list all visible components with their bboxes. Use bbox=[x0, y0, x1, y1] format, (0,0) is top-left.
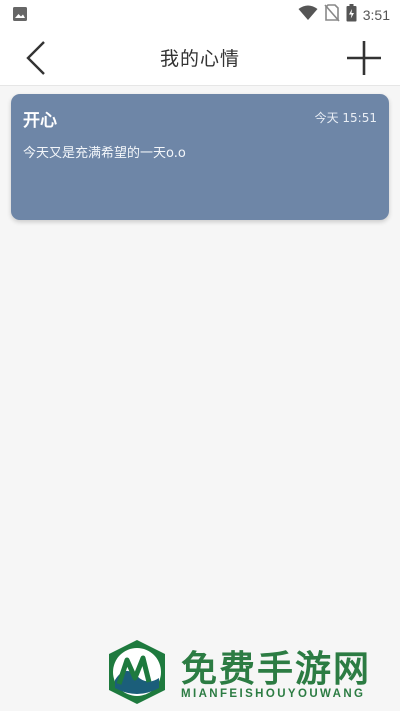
status-icons: 3:51 bbox=[298, 4, 390, 26]
app-bar: 我的心情 bbox=[0, 28, 400, 86]
watermark-logo-icon bbox=[109, 640, 165, 704]
watermark-subtitle: MIANFEISHOUYOUWANG bbox=[181, 688, 366, 700]
plus-icon bbox=[347, 41, 381, 75]
page-title: 我的心情 bbox=[159, 48, 240, 70]
mood-entry-card[interactable]: 开心 今天 15:51 今天又是充满希望的一天o.o bbox=[11, 94, 389, 220]
image-icon bbox=[12, 6, 28, 26]
status-time: 3:51 bbox=[362, 7, 390, 23]
watermark: 免费手游网 MIANFEISHOUYOUWANG bbox=[103, 636, 393, 708]
mood-label: 开心 bbox=[23, 111, 57, 131]
watermark-title: 免费手游网 bbox=[181, 649, 372, 690]
entry-time: 今天 15:51 bbox=[314, 111, 377, 125]
wifi-icon bbox=[298, 5, 318, 25]
entry-content: 今天又是充满希望的一天o.o bbox=[23, 146, 186, 161]
status-bar: 3:51 bbox=[0, 0, 400, 28]
battery-charging-icon bbox=[346, 4, 357, 26]
add-button[interactable] bbox=[344, 38, 384, 78]
screen: 3:51 我的心情 开心 今天 15:51 今天又是充满希望的一天o.o 免费手… bbox=[0, 0, 400, 711]
no-sim-icon bbox=[324, 4, 340, 26]
